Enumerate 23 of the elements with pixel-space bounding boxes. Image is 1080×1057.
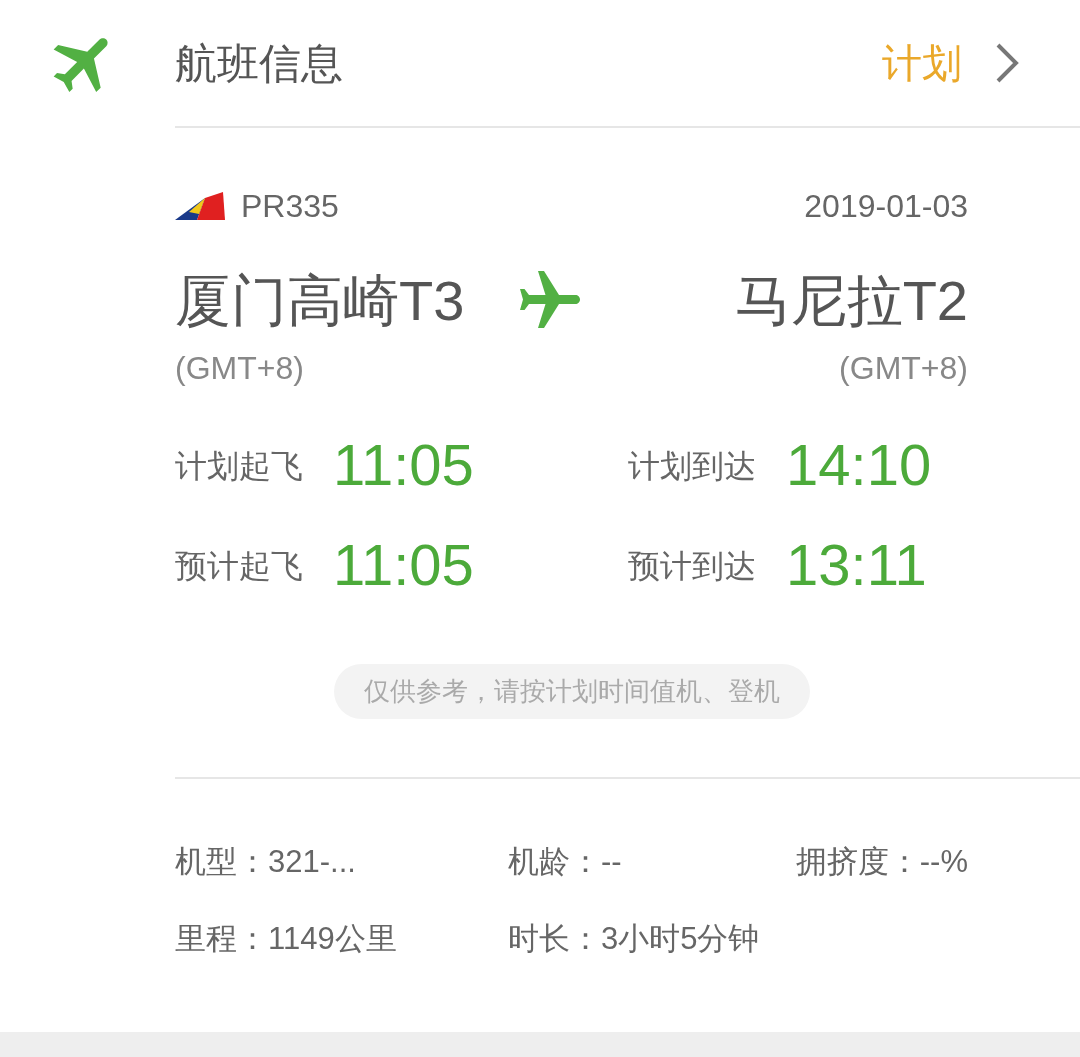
time-label: 计划到达 [628,447,756,486]
time-label: 预计到达 [628,547,756,586]
time-value: 11:05 [333,536,474,594]
section-title: 航班信息 [175,38,343,89]
departure-timezone: (GMT+8) [175,349,304,388]
flight-date: 2019-01-03 [804,187,968,226]
detail-text: 里程：1149公里 [175,919,397,958]
detail-text: 拥挤度：--% [795,843,968,881]
time-value: 13:11 [786,536,927,594]
time-value: 14:10 [786,436,932,494]
arrival-timezone: (GMT+8) [839,349,968,388]
detail-text: 机型：321-... [175,843,356,881]
detail-text: 时长：3小时5分钟 [508,919,760,958]
time-label: 预计起飞 [175,547,303,586]
flight-number: PR335 [241,187,339,226]
departure-city: 厦门高崎T3 [175,268,465,334]
time-label: 计划起飞 [175,447,303,486]
arrival-city: 马尼拉T2 [734,268,968,334]
status-link[interactable]: 计划 [882,33,1022,93]
airline-logo-icon [175,192,225,220]
time-value: 11:05 [333,436,474,494]
detail-text: 机龄：-- [508,843,622,881]
notice-pill: 仅供参考，请按计划时间值机、登机 [333,664,810,719]
